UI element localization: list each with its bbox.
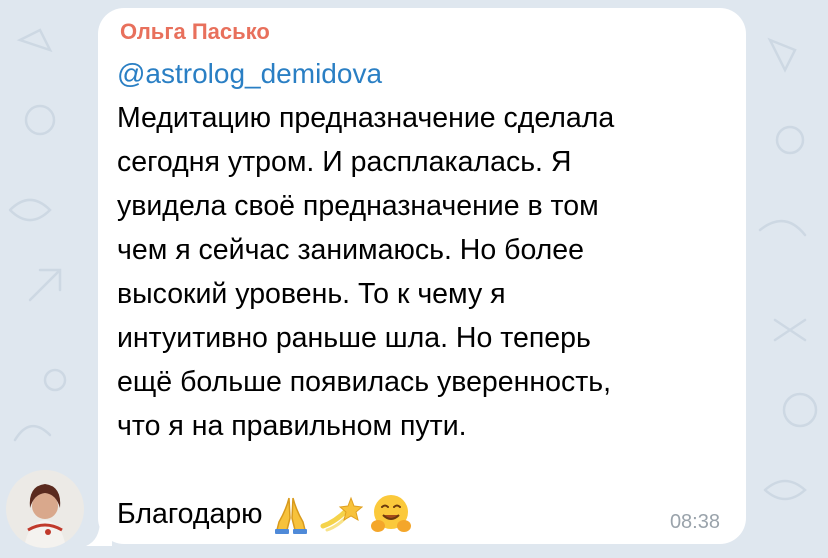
- folded-hands-icon: [269, 492, 313, 536]
- message-line: Медитацию предназначение сделала: [117, 102, 615, 134]
- dizzy-icon: [319, 492, 363, 536]
- sender-avatar[interactable]: [6, 470, 84, 548]
- sender-name[interactable]: Ольга Пасько: [120, 19, 270, 45]
- message-line: интуитивно раньше шла. Но теперь: [117, 322, 591, 354]
- message-line: сегодня утром. И расплакалась. Я: [117, 146, 572, 178]
- message-timestamp: 08:38: [669, 511, 720, 533]
- message-line: ещё больше появилась уверенность,: [117, 366, 612, 398]
- message-bubble[interactable]: Ольга Пасько @astrolog_demidova Медитаци…: [98, 8, 746, 544]
- message-line: увидела своё предназначение в том: [117, 190, 599, 222]
- hugging-face-icon: [369, 492, 413, 536]
- message-line: что я на правильном пути.: [117, 410, 467, 442]
- message-line: высокий уровень. То к чему я: [117, 278, 506, 310]
- closing-text: Благодарю: [117, 497, 263, 530]
- message-line: чем я сейчас занимаюсь. Но более: [117, 234, 585, 266]
- closing-line: Благодарю: [117, 492, 413, 536]
- mention-link[interactable]: @astrolog_demidova: [117, 58, 382, 90]
